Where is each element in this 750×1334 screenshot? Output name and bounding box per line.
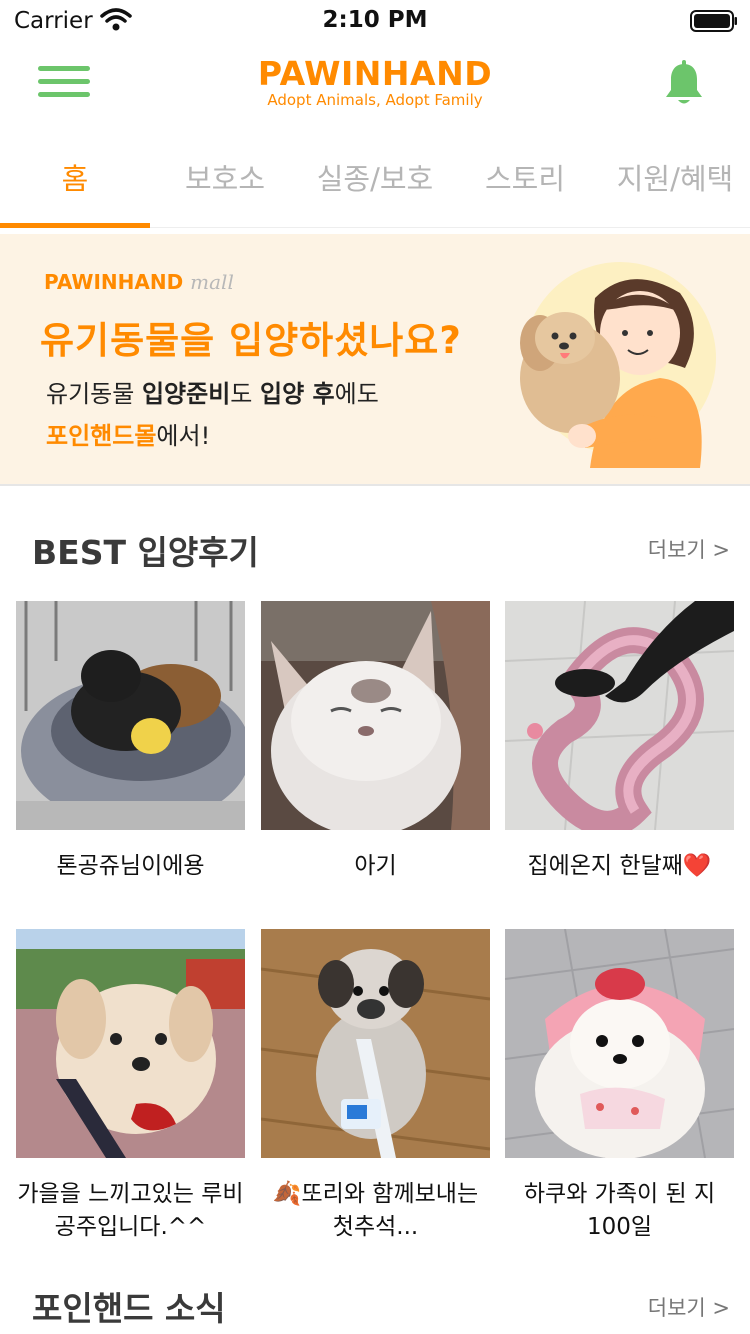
app-logo: PAWINHAND Adopt Animals, Adopt Family (0, 54, 750, 109)
logo-title: PAWINHAND (257, 54, 493, 93)
app-header: PAWINHAND Adopt Animals, Adopt Family (0, 48, 750, 138)
best-reviews-title: BEST 입양후기 (32, 533, 259, 572)
best-reviews-more-link[interactable]: 더보기 > (648, 534, 730, 564)
clock: 2:10 PM (322, 7, 428, 33)
banner-text-line2: 포인핸드몰에서! (46, 422, 211, 450)
tab-shelter[interactable]: 보호소 (150, 156, 300, 198)
news-more-link[interactable]: 더보기 > (648, 1292, 730, 1322)
battery-icon (690, 10, 737, 32)
banner-brand: PAWINHAND mall (44, 270, 234, 294)
review-photo-pomeranian (505, 929, 734, 1158)
review-caption: 아기 (354, 853, 397, 879)
banner-text-line1: 유기동물 입양준비도 입양 후에도 (46, 380, 379, 408)
review-card[interactable]: 🍂또리와 함께보내는 첫추석... (261, 929, 490, 1244)
mall-promo-banner[interactable]: PAWINHAND mall 유기동물을 입양하셨나요? 유기동물 입양준비도 … (0, 234, 750, 486)
tab-home[interactable]: 홈 (0, 156, 150, 198)
logo-tagline: Adopt Animals, Adopt Family (267, 91, 483, 109)
review-card[interactable]: 하쿠와 가족이 된 지 100일 (505, 929, 734, 1244)
review-photo-white-cat (261, 601, 490, 830)
review-photo-kitten-toy (505, 601, 734, 830)
review-caption: 🍂또리와 함께보내는 첫추석... (272, 1181, 479, 1240)
news-title: 포인핸드 소식 (32, 1289, 226, 1328)
active-tab-indicator (0, 223, 150, 228)
status-bar: Carrier 2:10 PM (0, 0, 750, 40)
tab-lost-found[interactable]: 실종/보호 (300, 156, 450, 198)
review-caption: 하쿠와 가족이 된 지 100일 (523, 1181, 716, 1240)
review-photo-french-bulldog (16, 601, 245, 830)
bell-icon[interactable] (662, 60, 706, 108)
banner-brand-suffix: mall (190, 270, 234, 294)
review-card[interactable]: 톤공쥬님이에용 (16, 601, 245, 883)
banner-headline: 유기동물을 입양하셨나요? (40, 319, 462, 362)
review-card[interactable]: 가을을 느끼고있는 루비공주입니다.^^ (16, 929, 245, 1244)
review-card[interactable]: 집에온지 한달째❤️ (505, 601, 734, 883)
review-caption: 톤공쥬님이에용 (56, 853, 205, 879)
review-caption: 집에온지 한달째❤️ (527, 853, 712, 879)
review-caption: 가을을 느끼고있는 루비공주입니다.^^ (17, 1181, 244, 1240)
tab-story[interactable]: 스토리 (450, 156, 600, 198)
tab-support-benefits[interactable]: 지원/혜택 (600, 156, 750, 198)
person-hugging-dog-illustration (520, 262, 716, 468)
main-tabs: 홈 보호소 실종/보호 스토리 지원/혜택 (0, 140, 750, 228)
review-photo-shih-tzu (261, 929, 490, 1158)
review-card[interactable]: 아기 (261, 601, 490, 883)
review-photo-maltipoo (16, 929, 245, 1158)
